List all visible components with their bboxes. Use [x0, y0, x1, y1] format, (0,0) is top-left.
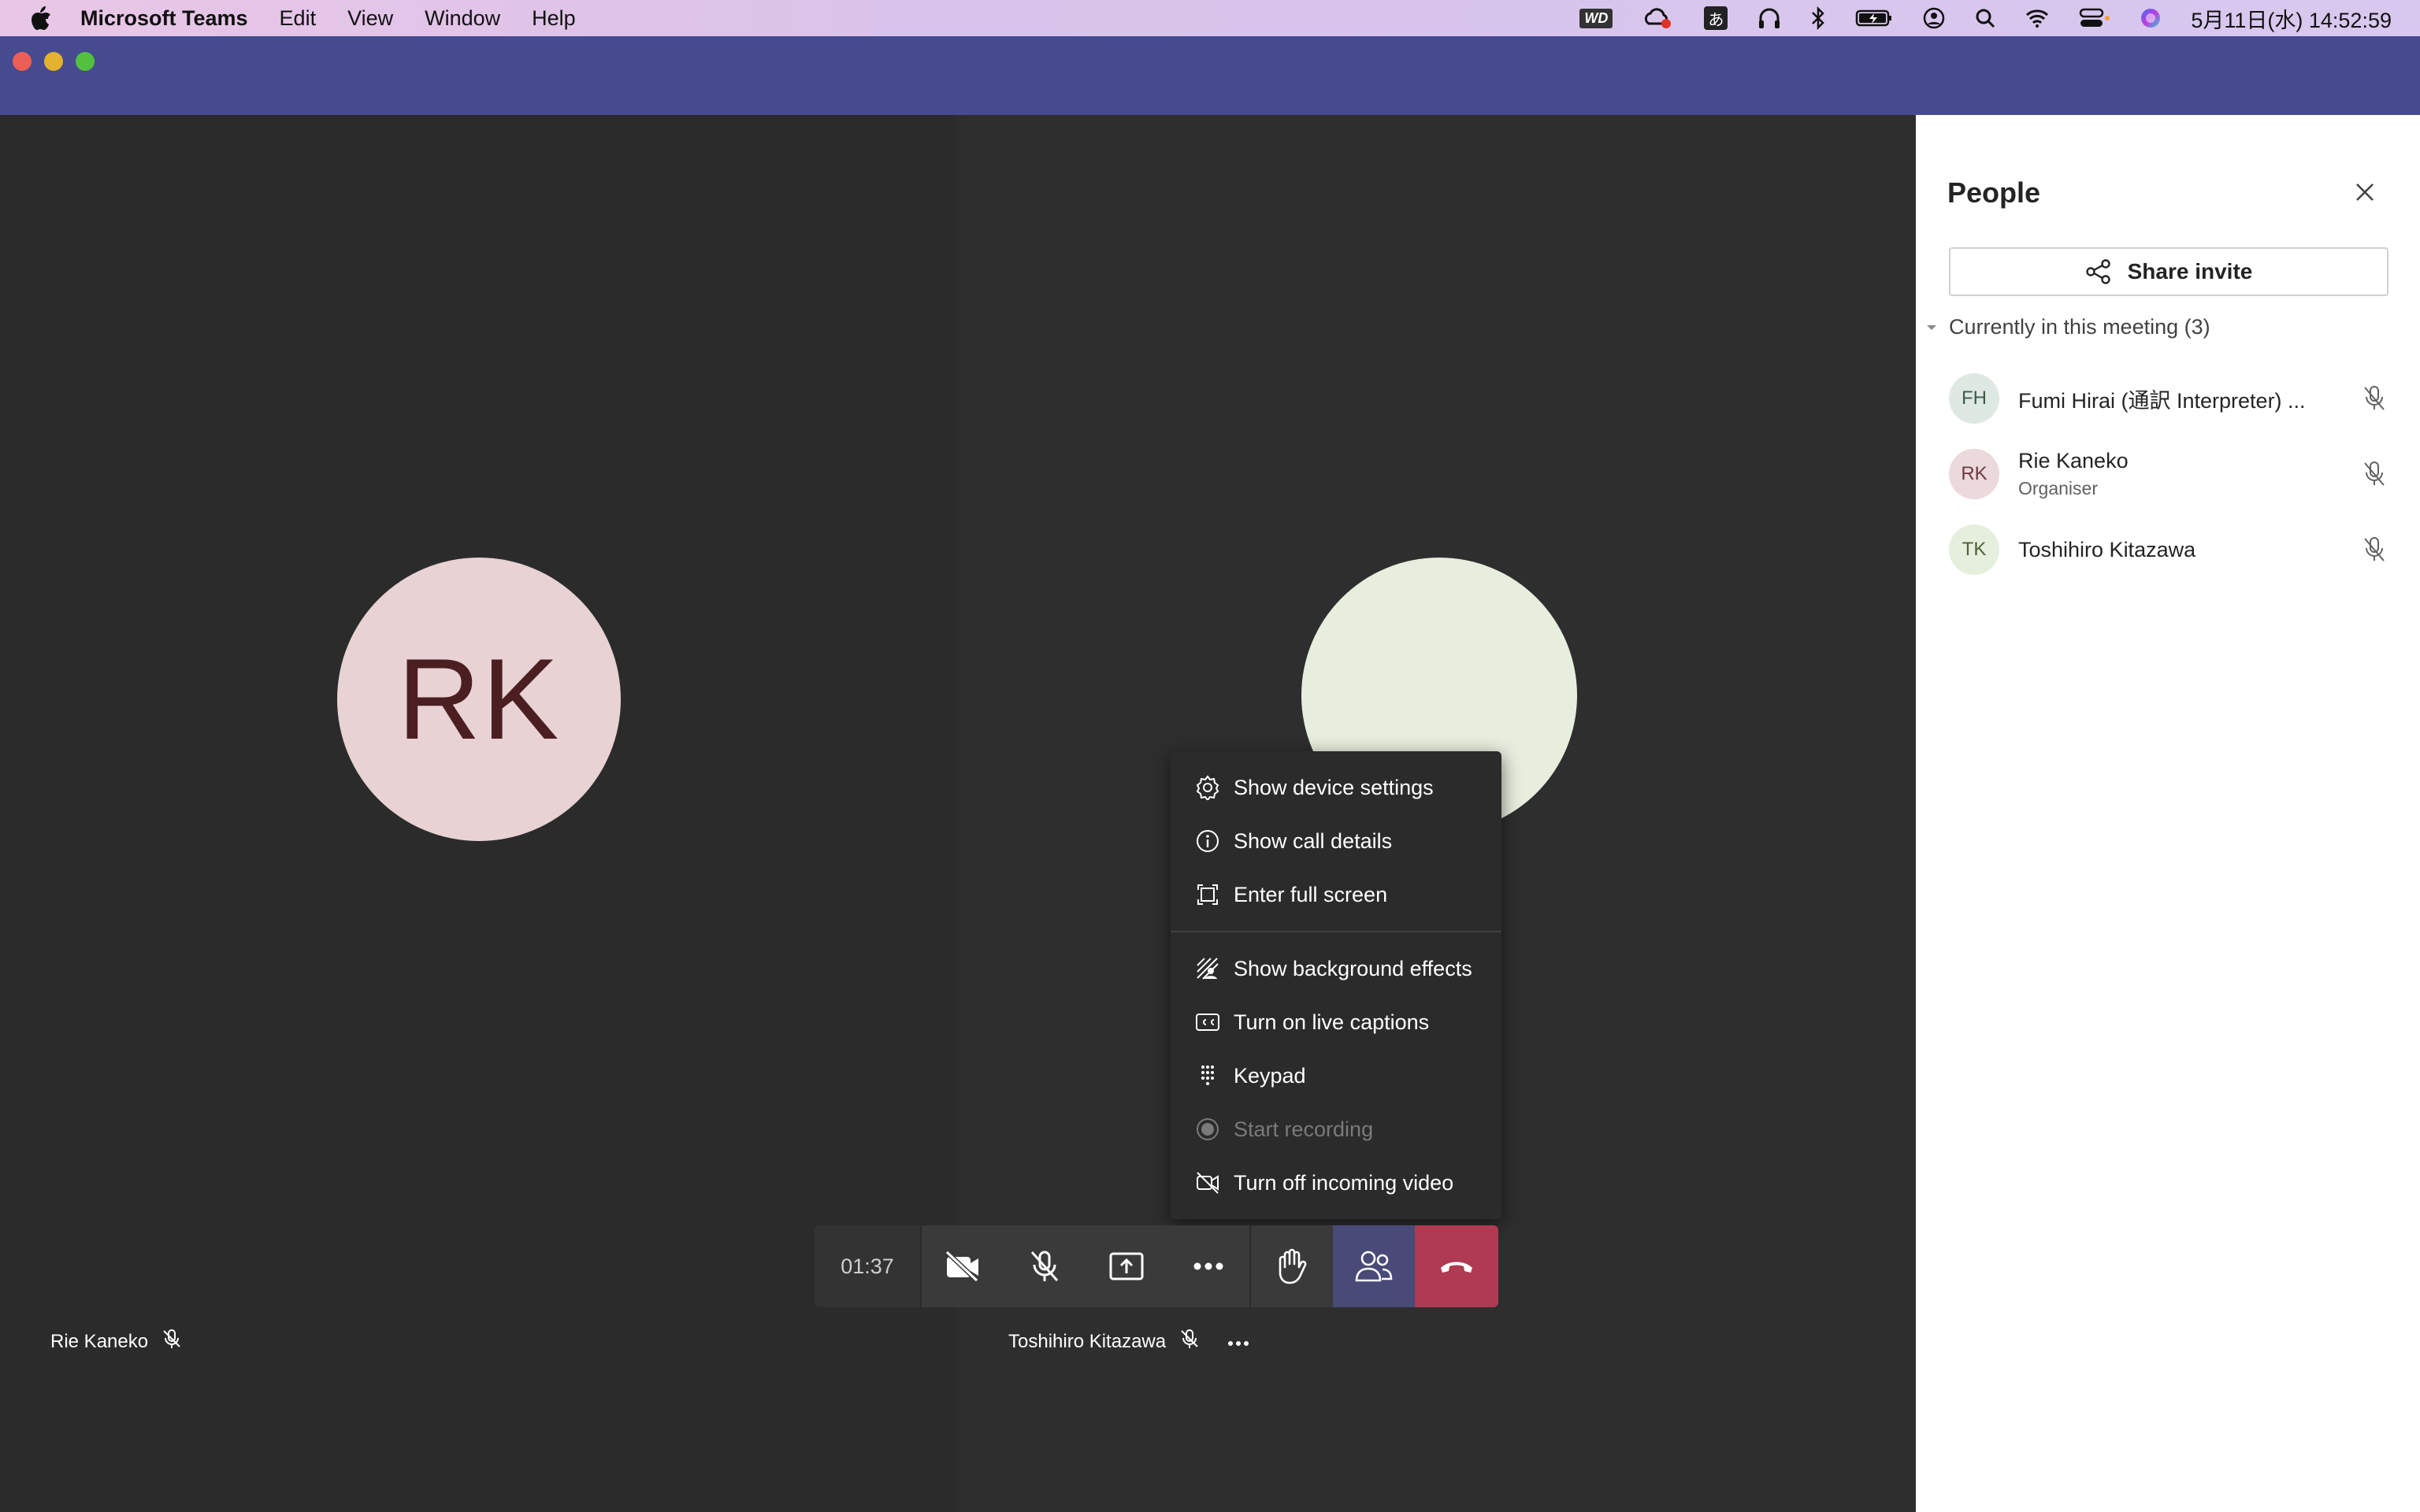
- window-minimize-button[interactable]: [44, 52, 63, 71]
- mic-muted-icon: [1030, 1251, 1059, 1281]
- record-icon: [1194, 1116, 1221, 1143]
- mic-muted-icon: [2359, 383, 2390, 414]
- menu-item-full-screen[interactable]: Enter full screen: [1171, 868, 1501, 921]
- caret-down-icon: [1927, 324, 1936, 330]
- raise-hand-icon: [1279, 1248, 1307, 1284]
- participant-name: Rie Kaneko: [50, 1330, 149, 1352]
- menu-edit[interactable]: Edit: [280, 6, 317, 31]
- menu-item-device-settings[interactable]: Show device settings: [1171, 761, 1501, 814]
- menu-bar: Microsoft Teams Edit View Window Help WD…: [0, 0, 2420, 36]
- participant-role: Organiser: [2018, 478, 2098, 498]
- close-panel-button[interactable]: [2349, 176, 2381, 208]
- avatar: TK: [1949, 524, 1999, 575]
- video-off-icon: [1194, 1169, 1221, 1196]
- menu-item-live-captions[interactable]: Turn on live captions: [1171, 995, 1501, 1049]
- close-icon: [2356, 183, 2374, 201]
- participant-name: Rie Kaneko: [2018, 449, 2129, 472]
- menu-item-background-effects[interactable]: Show background effects: [1171, 942, 1501, 995]
- participant-avatar-rk: RK: [337, 558, 621, 841]
- window-close-button[interactable]: [13, 52, 32, 71]
- menu-app-name[interactable]: Microsoft Teams: [80, 6, 248, 31]
- gear-icon: [1194, 774, 1221, 801]
- menu-view[interactable]: View: [347, 6, 393, 31]
- share-invite-button[interactable]: Share invite: [1949, 247, 2388, 296]
- share-icon: [2085, 259, 2110, 284]
- share-screen-icon: [1109, 1252, 1144, 1280]
- participant-name: Toshihiro Kitazawa: [1008, 1330, 1167, 1352]
- call-timer: 01:37: [815, 1225, 922, 1307]
- user-account-icon[interactable]: [1923, 7, 1945, 29]
- avatar: FH: [1949, 373, 1999, 424]
- call-control-bar: 01:37: [815, 1225, 1498, 1307]
- info-icon: [1194, 828, 1221, 854]
- participant-name-tag-toshihiro: Toshihiro Kitazawa: [1008, 1328, 1249, 1355]
- background-effects-icon: [1194, 955, 1221, 982]
- mic-muted-icon: [2359, 458, 2390, 490]
- share-screen-button[interactable]: [1086, 1225, 1167, 1307]
- camera-toggle-button[interactable]: [922, 1225, 1004, 1307]
- spotlight-search-icon[interactable]: [1975, 8, 1995, 28]
- camera-off-icon: [945, 1251, 979, 1282]
- menu-item-keypad[interactable]: Keypad: [1171, 1049, 1501, 1102]
- siri-icon[interactable]: [2140, 8, 2161, 28]
- participant-info: Fumi Hirai (通訳 Interpreter) ...: [2018, 384, 2359, 414]
- mic-muted-icon: [2359, 534, 2390, 565]
- meeting-section-header[interactable]: Currently in this meeting (3): [1925, 315, 2210, 339]
- participant-name: Fumi Hirai (通訳 Interpreter) ...: [2018, 388, 2306, 413]
- mic-toggle-button[interactable]: [1004, 1225, 1086, 1307]
- menu-item-call-details[interactable]: Show call details: [1171, 814, 1501, 868]
- raise-hand-button[interactable]: [1251, 1225, 1333, 1307]
- participant-row[interactable]: RK Rie Kaneko Organiser: [1949, 443, 2390, 506]
- apple-icon[interactable]: [28, 6, 54, 31]
- participant-name-tag-rie: Rie Kaneko: [50, 1328, 183, 1355]
- people-icon: [1355, 1251, 1393, 1282]
- window-title-bar: [0, 36, 2420, 115]
- window-zoom-button[interactable]: [76, 52, 95, 71]
- control-center-icon[interactable]: [2079, 8, 2110, 28]
- mic-muted-icon: [1178, 1328, 1201, 1355]
- participant-row[interactable]: TK Toshihiro Kitazawa: [1949, 518, 2390, 581]
- menu-divider: [1171, 931, 1501, 932]
- more-icon: [1193, 1262, 1223, 1270]
- battery-icon[interactable]: [1855, 9, 1893, 28]
- avatar: RK: [1949, 449, 1999, 499]
- hang-up-button[interactable]: [1415, 1225, 1498, 1307]
- menu-window[interactable]: Window: [425, 6, 500, 31]
- more-actions-button[interactable]: [1167, 1225, 1249, 1307]
- mic-muted-icon: [161, 1328, 183, 1355]
- panel-title: People: [1947, 176, 2041, 209]
- participant-info: Rie Kaneko Organiser: [2018, 449, 2359, 499]
- more-actions-menu: Show device settings Show call details E…: [1171, 751, 1501, 1219]
- keypad-icon: [1194, 1062, 1221, 1089]
- menu-help[interactable]: Help: [532, 6, 576, 31]
- fullscreen-icon: [1194, 881, 1221, 908]
- headphones-icon[interactable]: [1757, 7, 1781, 29]
- menu-item-incoming-video[interactable]: Turn off incoming video: [1171, 1156, 1501, 1210]
- section-label: Currently in this meeting (3): [1949, 315, 2210, 339]
- participant-row[interactable]: FH Fumi Hirai (通訳 Interpreter) ...: [1949, 367, 2390, 430]
- bluetooth-icon[interactable]: [1811, 6, 1825, 30]
- participant-name: Toshihiro Kitazawa: [2018, 537, 2196, 561]
- avatar-initials: RK: [397, 635, 561, 763]
- participant-more-options-icon[interactable]: [1227, 1331, 1249, 1353]
- menubar-clock[interactable]: 5月11日(水) 14:52:59: [2191, 3, 2392, 34]
- wd-drive-icon[interactable]: WD: [1579, 8, 1613, 28]
- share-invite-label: Share invite: [2127, 259, 2253, 284]
- phone-hangup-icon: [1441, 1262, 1472, 1273]
- wifi-icon[interactable]: [2025, 9, 2049, 28]
- captions-icon: [1194, 1009, 1221, 1036]
- input-method-icon[interactable]: あ: [1704, 6, 1728, 30]
- creative-cloud-icon[interactable]: [1642, 6, 1674, 30]
- show-participants-button[interactable]: [1333, 1225, 1415, 1307]
- menu-item-start-recording: Start recording: [1171, 1102, 1501, 1156]
- participant-info: Toshihiro Kitazawa: [2018, 538, 2359, 562]
